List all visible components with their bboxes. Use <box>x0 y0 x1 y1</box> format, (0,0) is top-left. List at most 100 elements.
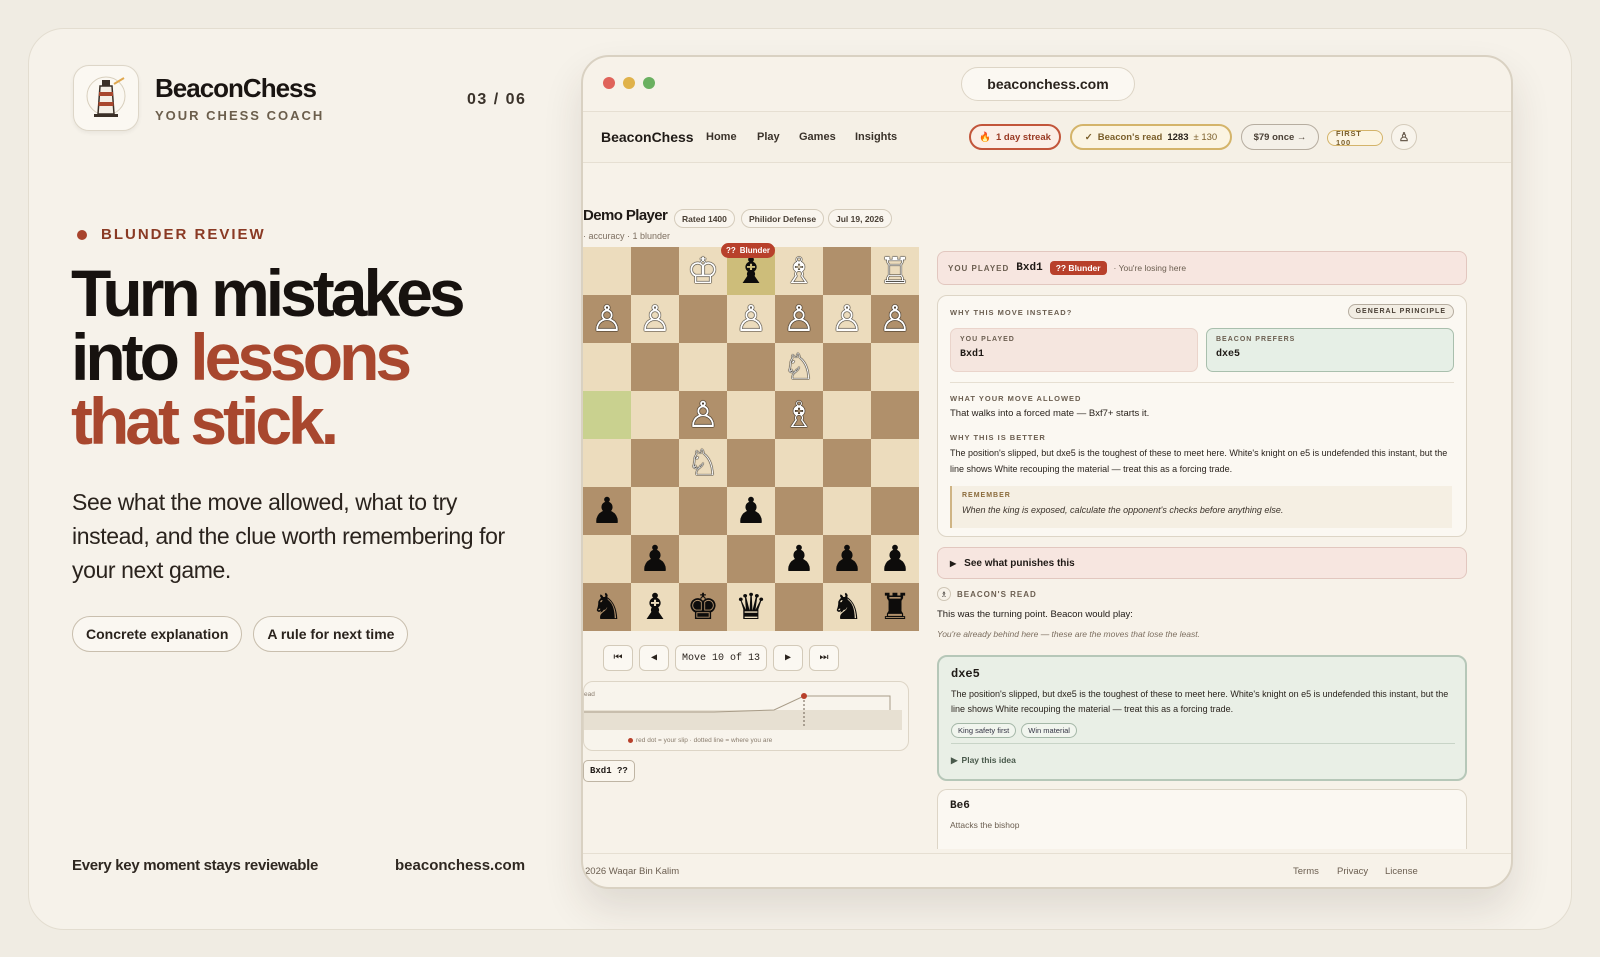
move-chip[interactable]: Bxd1 ?? <box>583 760 635 782</box>
board-square[interactable]: ♘ <box>679 439 727 487</box>
nav-play[interactable]: Play <box>757 131 780 143</box>
chess-piece-icon[interactable]: ♙ <box>831 301 863 337</box>
footer-terms-link[interactable]: Terms <box>1293 866 1319 877</box>
chess-piece-icon[interactable]: ♝ <box>735 253 767 289</box>
board-square[interactable]: ♝?? Blunder <box>721 243 776 295</box>
chess-piece-icon[interactable]: ♟ <box>783 541 815 577</box>
board-square[interactable] <box>823 487 871 535</box>
board-square[interactable]: ♟ <box>583 487 631 535</box>
punish-toggle[interactable]: ▶ See what punishes this <box>937 547 1467 579</box>
board-square[interactable] <box>871 391 919 439</box>
board-square[interactable]: ♘ <box>775 343 823 391</box>
chess-piece-icon[interactable]: ♙ <box>639 301 671 337</box>
board-square[interactable] <box>631 391 679 439</box>
last-move-icon[interactable]: ⏭ <box>809 645 839 671</box>
first-move-icon[interactable]: ⏮ <box>603 645 633 671</box>
board-square[interactable] <box>631 439 679 487</box>
board-square[interactable]: ♗ <box>775 247 823 295</box>
chess-piece-icon[interactable]: ♙ <box>783 301 815 337</box>
footer-privacy-link[interactable]: Privacy <box>1337 866 1368 877</box>
board-square[interactable] <box>727 439 775 487</box>
board-square[interactable]: ♟ <box>727 487 775 535</box>
board-square[interactable]: ♗ <box>775 391 823 439</box>
board-square[interactable]: ♔ <box>679 247 727 295</box>
board-square[interactable] <box>871 487 919 535</box>
chess-piece-icon[interactable]: ♔ <box>687 253 719 289</box>
board-square[interactable] <box>871 439 919 487</box>
board-square[interactable] <box>583 247 631 295</box>
maximize-dot-icon[interactable] <box>643 77 655 89</box>
board-square[interactable] <box>679 535 727 583</box>
chess-piece-icon[interactable]: ♗ <box>783 253 815 289</box>
board-square[interactable] <box>871 343 919 391</box>
board-square[interactable]: ♟ <box>871 535 919 583</box>
board-square[interactable] <box>679 295 727 343</box>
board-square[interactable]: ♟ <box>775 535 823 583</box>
chess-piece-icon[interactable]: ♘ <box>783 349 815 385</box>
board-square[interactable] <box>583 343 631 391</box>
board-square[interactable]: ♙ <box>775 295 823 343</box>
board-square[interactable]: ♙ <box>631 295 679 343</box>
board-square[interactable] <box>727 535 775 583</box>
chess-piece-icon[interactable]: ♟ <box>639 541 671 577</box>
nav-games[interactable]: Games <box>799 131 836 143</box>
chess-piece-icon[interactable]: ♟ <box>735 493 767 529</box>
board-square[interactable]: ♙ <box>583 295 631 343</box>
board-square[interactable] <box>727 343 775 391</box>
board-square[interactable]: ♙ <box>823 295 871 343</box>
board-square[interactable]: ♖ <box>871 247 919 295</box>
chess-piece-icon[interactable]: ♘ <box>687 445 719 481</box>
board-square[interactable]: ♞ <box>583 583 631 631</box>
board-square[interactable]: ♙ <box>679 391 727 439</box>
board-square[interactable]: ♟ <box>823 535 871 583</box>
idea-card-dxe5[interactable]: dxe5 The position's slipped, but dxe5 is… <box>937 655 1467 781</box>
footer-url[interactable]: beaconchess.com <box>395 857 525 874</box>
board-square[interactable] <box>583 535 631 583</box>
chess-piece-icon[interactable]: ♙ <box>687 397 719 433</box>
board-square[interactable]: ♟ <box>631 535 679 583</box>
chess-piece-icon[interactable]: ♙ <box>591 301 623 337</box>
board-square[interactable]: ♜ <box>871 583 919 631</box>
chess-piece-icon[interactable]: ♖ <box>879 253 911 289</box>
nav-insights[interactable]: Insights <box>855 131 897 143</box>
address-bar[interactable]: beaconchess.com <box>961 67 1135 101</box>
board-square[interactable] <box>679 487 727 535</box>
idea-card-be6[interactable]: Be6 Attacks the bishop <box>937 789 1467 849</box>
beacon-read-pill[interactable]: ✓ Beacon's read 1283 ± 130 <box>1070 124 1232 150</box>
streak-pill[interactable]: 🔥 1 day streak <box>969 124 1061 150</box>
chess-piece-icon[interactable]: ♙ <box>879 301 911 337</box>
minimize-dot-icon[interactable] <box>623 77 635 89</box>
chess-piece-icon[interactable]: ♞ <box>591 589 623 625</box>
app-brand[interactable]: BeaconChess <box>601 129 694 145</box>
chess-piece-icon[interactable]: ♗ <box>783 397 815 433</box>
chess-piece-icon[interactable]: ♟ <box>879 541 911 577</box>
chess-piece-icon[interactable]: ♚ <box>687 589 719 625</box>
nav-home[interactable]: Home <box>706 131 737 143</box>
board-square[interactable] <box>727 391 775 439</box>
board-square[interactable] <box>583 439 631 487</box>
board-square[interactable]: ♛ <box>727 583 775 631</box>
chess-piece-icon[interactable]: ♛ <box>735 589 767 625</box>
board-square[interactable] <box>631 247 679 295</box>
price-pill[interactable]: $79 once → <box>1241 124 1319 150</box>
board-square[interactable] <box>823 247 871 295</box>
chess-piece-icon[interactable]: ♜ <box>879 589 911 625</box>
chess-piece-icon[interactable]: ♟ <box>831 541 863 577</box>
board-square[interactable] <box>583 391 631 439</box>
board-square[interactable]: ♝ <box>631 583 679 631</box>
board-square[interactable] <box>775 583 823 631</box>
board-square[interactable] <box>823 343 871 391</box>
board-square[interactable]: ♚ <box>679 583 727 631</box>
chess-board[interactable]: ♔ ♝?? Blunder ♗ ♖ ♙ ♙ ♙ ♙ ♙ ♙ ♘ ♙ ♗ ♘ ♟ ♟ ♟ ♟ ♟ ♟ ♞ ♝ ♚ ♛ ♞ ♜ <box>583 243 919 631</box>
board-square[interactable] <box>775 439 823 487</box>
play-idea-link[interactable]: ▶ Play this idea <box>951 755 1016 766</box>
board-square[interactable] <box>823 391 871 439</box>
chess-piece-icon[interactable]: ♟ <box>591 493 623 529</box>
eval-graph[interactable]: ead red dot = your slip · dotted line = … <box>583 681 909 751</box>
close-dot-icon[interactable] <box>603 77 615 89</box>
board-square[interactable] <box>631 343 679 391</box>
pawn-icon[interactable]: ♙ <box>1391 124 1417 150</box>
chess-piece-icon[interactable]: ♙ <box>735 301 767 337</box>
prev-move-icon[interactable]: ◀ <box>639 645 669 671</box>
footer-license-link[interactable]: License <box>1385 866 1418 877</box>
